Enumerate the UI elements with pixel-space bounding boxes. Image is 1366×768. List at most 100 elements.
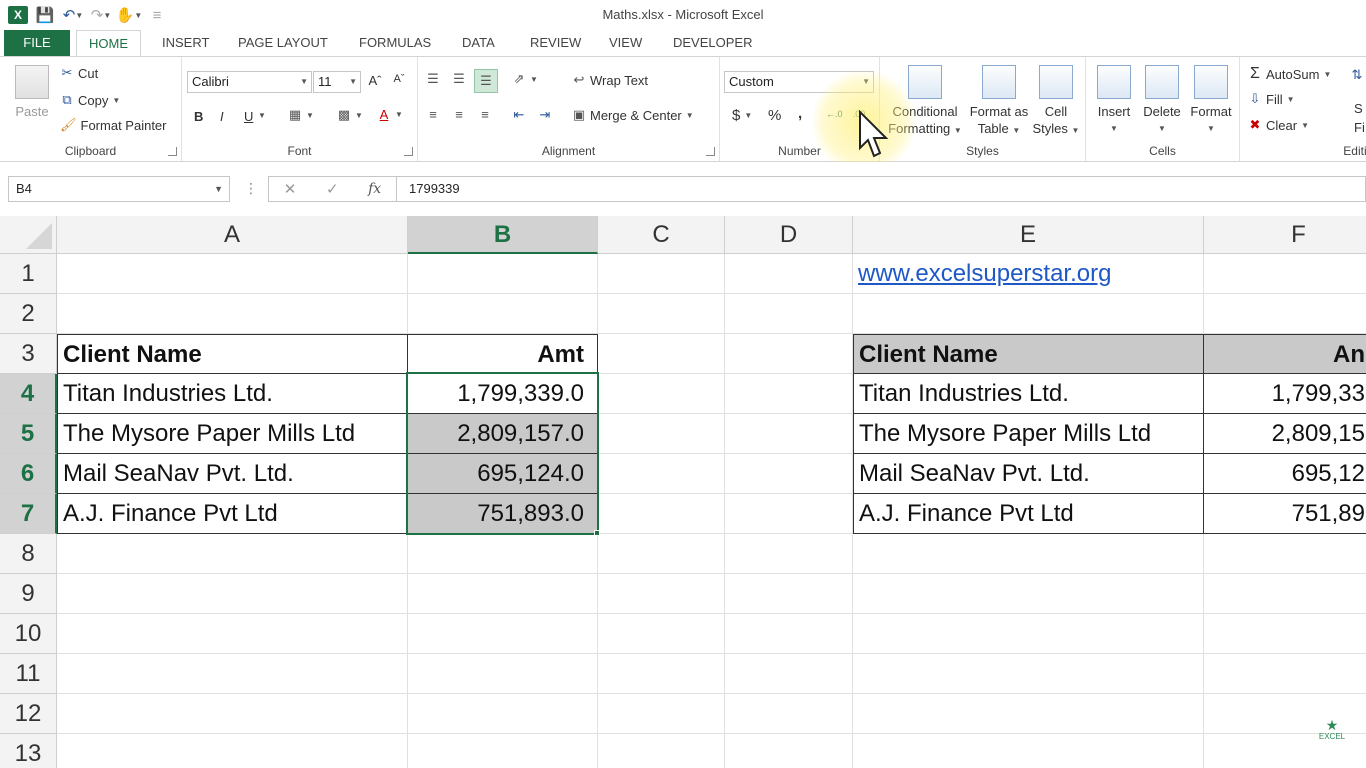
tab-review[interactable]: REVIEW [518,30,593,57]
fill-color-button[interactable]: ▩ ▼ [337,107,363,123]
table-cell-amt[interactable]: 1,799,33 [1203,373,1366,414]
font-size-select[interactable]: 11 ▼ [313,71,361,93]
row-header-5[interactable]: 5 [0,414,57,454]
fill-handle[interactable] [594,530,600,536]
bold-button[interactable]: B [194,109,203,124]
delete-cells-button[interactable]: Delete ▼ [1140,65,1184,137]
row-header-12[interactable]: 12 [0,694,57,734]
tab-formulas[interactable]: FORMULAS [347,30,443,57]
row-header-7[interactable]: 7 [0,494,57,534]
conditional-formatting-button[interactable]: Conditional Formatting ▼ [884,65,966,139]
insert-function-button[interactable]: fx [368,181,381,197]
name-box[interactable]: B4 ▼ [8,176,230,202]
table-cell-amt[interactable]: 695,124.0 [407,453,598,494]
header-amt[interactable]: Amt [407,334,598,374]
row-header-6[interactable]: 6 [0,454,57,494]
format-as-table-button[interactable]: Format as Table ▼ [966,65,1032,139]
align-left-button[interactable]: ≡ [426,107,440,122]
table-cell-amt[interactable]: 1,799,339.0 [407,373,598,414]
decrease-indent-button[interactable]: ⇤ [512,107,526,123]
tab-home[interactable]: HOME [76,30,141,58]
row-header-11[interactable]: 11 [0,654,57,694]
tab-page-layout[interactable]: PAGE LAYOUT [226,30,340,57]
table-cell-name[interactable]: Titan Industries Ltd. [853,373,1204,414]
table-cell-amt[interactable]: 2,809,15 [1203,413,1366,454]
table-cell-name[interactable]: The Mysore Paper Mills Ltd [853,413,1204,454]
table-cell-name[interactable]: A.J. Finance Pvt Ltd [853,493,1204,534]
sort-filter-button[interactable]: ⇅ [1350,67,1364,83]
format-painter-button[interactable]: 🖌 Format Painter [60,117,167,133]
table-cell-amt[interactable]: 751,89 [1203,493,1366,534]
row-header-13[interactable]: 13 [0,734,57,768]
tab-file[interactable]: FILE [4,30,70,57]
row-header-4[interactable]: 4 [0,374,57,414]
column-header-a[interactable]: A [57,216,408,254]
confirm-entry-icon[interactable]: ✓ [326,180,339,198]
formula-bar-grip-icon[interactable]: ⋮ [244,180,258,197]
select-all-button[interactable] [0,216,57,254]
row-header-2[interactable]: 2 [0,294,57,334]
cell-styles-button[interactable]: Cell Styles ▼ [1030,65,1082,139]
autosum-button[interactable]: Σ AutoSum ▼ [1248,65,1331,83]
table-cell-amt[interactable]: 695,12 [1203,453,1366,494]
increase-decimal-button[interactable]: ←.0 [826,109,843,119]
worksheet-grid[interactable]: A B C D E F 1 2 3 4 5 6 7 8 9 10 11 12 1… [0,216,1366,768]
grow-font-button[interactable]: Aˆ [368,73,382,88]
number-format-select[interactable]: Custom ▼ [724,71,874,93]
underline-button[interactable]: U [244,109,253,124]
header-amt-copy[interactable]: An [1203,334,1366,374]
row-header-1[interactable]: 1 [0,254,57,294]
row-header-10[interactable]: 10 [0,614,57,654]
font-name-select[interactable]: Calibri ▼ [187,71,312,93]
increase-indent-button[interactable]: ⇥ [538,107,552,123]
tab-insert[interactable]: INSERT [150,30,221,57]
table-cell-name[interactable]: Mail SeaNav Pvt. Ltd. [57,453,408,494]
tab-view[interactable]: VIEW [597,30,654,57]
copy-button[interactable]: ⧉ Copy ▼ [60,92,120,108]
table-cell-amt[interactable]: 751,893.0 [407,493,598,534]
clipboard-launcher-icon[interactable] [168,147,177,156]
merge-center-button[interactable]: ▣ Merge & Center ▼ [572,107,694,123]
table-cell-name[interactable]: The Mysore Paper Mills Ltd [57,413,408,454]
wrap-text-button[interactable]: ↩ Wrap Text [572,72,649,88]
middle-align-button[interactable]: ☰ [452,71,466,87]
column-header-b[interactable]: B [408,216,598,254]
italic-button[interactable]: I [220,109,224,124]
table-cell-name[interactable]: Titan Industries Ltd. [57,373,408,414]
clear-button[interactable]: ✖ Clear ▼ [1248,117,1309,133]
alignment-launcher-icon[interactable] [706,147,715,156]
cut-button[interactable]: ✂ Cut [60,65,99,81]
table-cell-amt[interactable]: 2,809,157.0 [407,413,598,454]
column-header-f[interactable]: F [1204,216,1366,254]
tab-developer[interactable]: DEVELOPER [661,30,764,57]
borders-button[interactable]: ▦ ▼ [288,107,314,123]
website-link[interactable]: www.excelsuperstar.org [853,254,1204,294]
row-header-3[interactable]: 3 [0,334,57,374]
table-cell-name[interactable]: A.J. Finance Pvt Ltd [57,493,408,534]
insert-cells-button[interactable]: Insert ▼ [1092,65,1136,137]
underline-dropdown[interactable]: ▼ [258,111,266,120]
column-header-e[interactable]: E [853,216,1204,254]
top-align-button[interactable]: ☰ [426,71,440,87]
orientation-button[interactable]: ⇗ ▼ [512,71,538,87]
row-header-9[interactable]: 9 [0,574,57,614]
cancel-entry-icon[interactable]: ✕ [284,180,297,198]
paste-button[interactable]: Paste [10,65,54,120]
align-right-button[interactable]: ≡ [478,107,492,122]
shrink-font-button[interactable]: Aˇ [392,73,406,85]
font-color-button[interactable]: A ▼ [377,107,403,122]
column-header-d[interactable]: D [725,216,853,254]
table-cell-name[interactable]: Mail SeaNav Pvt. Ltd. [853,453,1204,494]
format-cells-button[interactable]: Format ▼ [1188,65,1234,137]
header-client-name-copy[interactable]: Client Name [853,334,1204,374]
header-client-name[interactable]: Client Name [57,334,408,374]
percent-button[interactable]: % [768,107,781,124]
tab-data[interactable]: DATA [450,30,507,57]
bottom-align-button[interactable]: ☰ [474,69,498,93]
row-header-8[interactable]: 8 [0,534,57,574]
currency-button[interactable]: $ ▼ [732,107,752,124]
align-center-button[interactable]: ≡ [452,107,466,122]
column-header-c[interactable]: C [598,216,725,254]
comma-button[interactable]: , [798,105,802,122]
formula-input[interactable]: 1799339 [396,176,1366,202]
